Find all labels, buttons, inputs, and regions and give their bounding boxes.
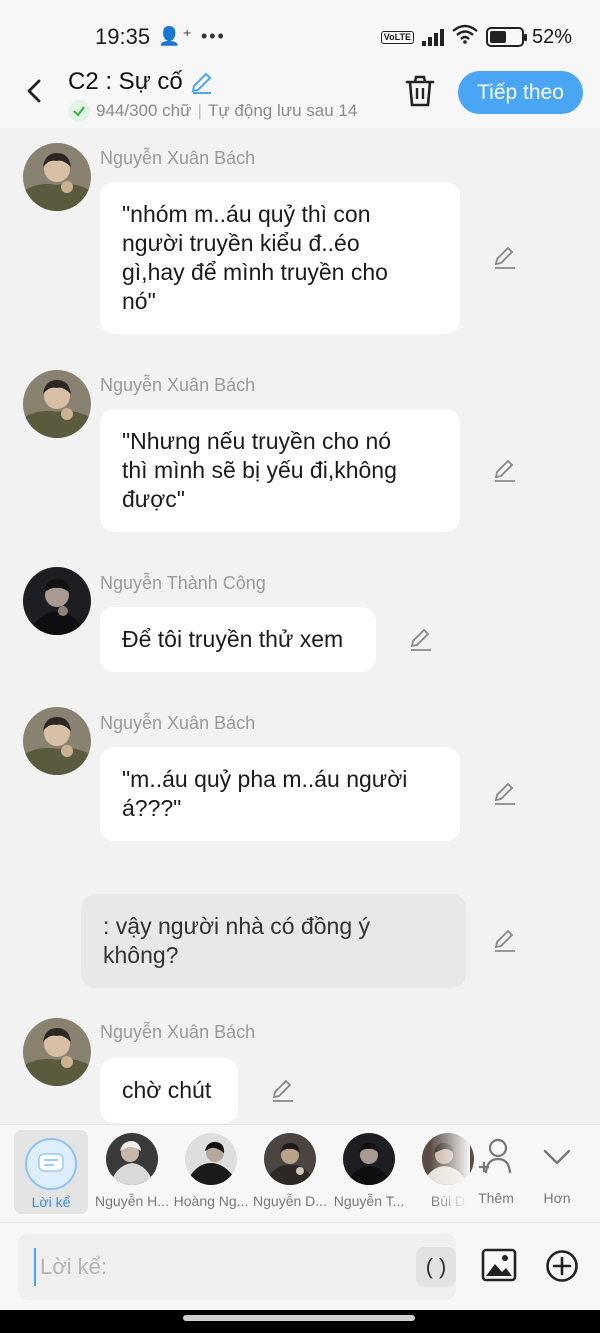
character-bar: Lời kể Nguyễn H... Hoàng Ng... Nguyễn D.… bbox=[0, 1124, 600, 1223]
battery-percent: 52% bbox=[531, 25, 572, 48]
message-line: được" bbox=[122, 486, 185, 512]
volte-icon: VoLTE bbox=[380, 30, 414, 44]
add-person-icon bbox=[479, 1138, 512, 1174]
narration-line: : vậy người nhà có đồng ý bbox=[103, 913, 371, 939]
character-name: Nguyễn H... bbox=[95, 1193, 169, 1209]
character-chip[interactable]: Nguyễn T... bbox=[329, 1133, 409, 1209]
signal-icon bbox=[421, 28, 444, 46]
message-bubble[interactable]: "nhóm m..áu quỷ thì con người truyền kiể… bbox=[100, 182, 460, 334]
message-bubble[interactable]: chờ chút bbox=[100, 1058, 238, 1123]
message-line: á???" bbox=[122, 795, 182, 821]
parenthesis-button[interactable]: ( ) bbox=[416, 1247, 456, 1287]
message-line: Để tôi truyền thử xem bbox=[122, 626, 344, 652]
status-bar: 19:35 👤⁺ ••• VoLTE 52% bbox=[0, 0, 600, 64]
edit-pencil-icon[interactable] bbox=[492, 780, 518, 806]
character-chip[interactable]: Nguyễn H... bbox=[92, 1133, 172, 1209]
avatar bbox=[106, 1133, 158, 1185]
save-status: 944/300 chữ | Tự động lưu sau 14 bbox=[68, 100, 357, 122]
message-line: "m..áu quỷ pha m..áu người bbox=[122, 766, 408, 792]
edit-pencil-icon[interactable] bbox=[492, 457, 518, 483]
avatar[interactable] bbox=[23, 143, 91, 211]
narration-icon bbox=[25, 1138, 77, 1190]
narration-bubble[interactable]: : vậy người nhà có đồng ý không? bbox=[81, 894, 466, 988]
character-chip[interactable]: Nguyễn D... bbox=[250, 1133, 330, 1209]
scroll-fade bbox=[430, 1125, 470, 1223]
notification-icons: 👤⁺ ••• bbox=[158, 26, 226, 47]
avatar bbox=[264, 1133, 316, 1185]
sender-name: Nguyễn Xuân Bách bbox=[100, 1022, 256, 1042]
next-button[interactable]: Tiếp theo bbox=[458, 71, 583, 114]
message-line: người truyền kiểu đ..éo bbox=[122, 230, 360, 256]
message-line: thì mình sẽ bị yếu đi,không bbox=[122, 457, 397, 483]
message-bubble[interactable]: Để tôi truyền thử xem bbox=[100, 607, 376, 672]
message-line: nó" bbox=[122, 288, 156, 314]
chapter-title-text: C2 : Sự cố bbox=[68, 68, 183, 95]
trash-icon[interactable] bbox=[404, 74, 436, 108]
narrator-chip[interactable]: Lời kể bbox=[14, 1130, 88, 1214]
system-nav-bar bbox=[0, 1310, 600, 1333]
message-bubble[interactable]: "m..áu quỷ pha m..áu người á???" bbox=[100, 747, 460, 841]
edit-pencil-icon[interactable] bbox=[492, 244, 518, 270]
status-right: VoLTE 52% bbox=[380, 24, 572, 50]
message-bubble[interactable]: "Nhưng nếu truyền cho nó thì mình sẽ bị … bbox=[100, 409, 460, 532]
wifi-icon bbox=[452, 24, 478, 50]
edit-title-icon[interactable] bbox=[189, 69, 215, 95]
message-input[interactable] bbox=[34, 1248, 394, 1286]
avatar[interactable] bbox=[23, 1018, 91, 1086]
avatar[interactable] bbox=[23, 707, 91, 775]
character-chip[interactable]: Hoàng Ng... bbox=[171, 1133, 251, 1209]
avatar bbox=[343, 1133, 395, 1185]
message-field[interactable]: ( ) bbox=[18, 1234, 456, 1300]
back-arrow-icon[interactable] bbox=[20, 76, 50, 106]
add-character-button[interactable]: Thêm bbox=[466, 1137, 526, 1206]
avatar[interactable] bbox=[23, 370, 91, 438]
more-notifications-icon: ••• bbox=[200, 26, 226, 46]
edit-pencil-icon[interactable] bbox=[270, 1077, 296, 1103]
sender-name: Nguyễn Xuân Bách bbox=[100, 148, 256, 168]
autosave-text: Tự động lưu sau 14 bbox=[207, 101, 358, 120]
sender-name: Nguyễn Xuân Bách bbox=[100, 713, 256, 733]
character-name: Nguyễn D... bbox=[253, 1193, 327, 1209]
check-icon bbox=[68, 100, 90, 122]
message-line: "nhóm m..áu quỷ thì con bbox=[122, 201, 371, 227]
message-line: gì,hay để mình truyền cho bbox=[122, 259, 388, 285]
narration-line: không? bbox=[103, 942, 179, 968]
add-character-label: Thêm bbox=[478, 1190, 514, 1206]
avatar bbox=[185, 1133, 237, 1185]
separator: | bbox=[197, 101, 202, 120]
status-time: 19:35 bbox=[95, 24, 151, 49]
sender-name: Nguyễn Xuân Bách bbox=[100, 375, 256, 395]
battery-icon bbox=[485, 27, 527, 47]
edit-pencil-icon[interactable] bbox=[492, 927, 518, 953]
home-handle[interactable] bbox=[183, 1315, 415, 1321]
more-label: Hơn bbox=[543, 1190, 571, 1206]
chat-area[interactable]: Nguyễn Xuân Bách "nhóm m..áu quỷ thì con… bbox=[0, 128, 600, 1124]
input-bar: ( ) bbox=[0, 1222, 600, 1310]
add-contact-icon: 👤⁺ bbox=[158, 26, 194, 46]
narrator-label: Lời kể bbox=[31, 1194, 71, 1210]
chapter-title[interactable]: C2 : Sự cố bbox=[68, 68, 215, 96]
message-line: "Nhưng nếu truyền cho nó bbox=[122, 428, 392, 454]
edit-pencil-icon[interactable] bbox=[408, 626, 434, 652]
image-icon[interactable] bbox=[481, 1247, 517, 1283]
message-line: chờ chút bbox=[122, 1077, 212, 1103]
chevron-down-icon bbox=[543, 1149, 571, 1165]
word-count: 944/300 chữ bbox=[96, 101, 192, 120]
character-name: Nguyễn T... bbox=[333, 1193, 405, 1209]
editor-header: C2 : Sự cố 944/300 chữ | Tự động lưu sau… bbox=[0, 64, 600, 128]
sender-name: Nguyễn Thành Công bbox=[100, 573, 266, 593]
avatar[interactable] bbox=[23, 567, 91, 635]
add-circle-icon[interactable] bbox=[545, 1249, 579, 1283]
character-name: Hoàng Ng... bbox=[173, 1193, 249, 1209]
more-button[interactable]: Hơn bbox=[527, 1137, 587, 1206]
